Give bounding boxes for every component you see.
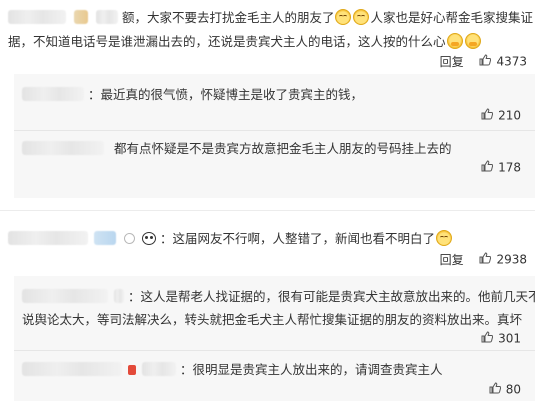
reply-2-1-line-2: 说舆论太大，等司法解决么，转头就把金毛犬主人帮忙搜集证据的朋友的资料放出来。真坏 (22, 309, 522, 328)
reply-1-1-actions: 210 (481, 108, 521, 123)
user-badge-redacted (93, 231, 116, 245)
like-count: 80 (505, 382, 521, 397)
thumb-up-icon (481, 160, 494, 172)
badge-icon (127, 365, 136, 375)
thumb-up-icon (489, 382, 501, 394)
laugh-cry-emoji-icon (353, 9, 370, 25)
comment-text-continued: 人家也是好心帮金毛家搜集证 (370, 10, 533, 25)
username-redacted[interactable] (8, 231, 88, 245)
like-button[interactable]: 178 (481, 160, 521, 175)
reply-2-2-actions: 80 (489, 382, 521, 397)
comment-1-line-1: 额，大家不要去打扰金毛主人的朋友了 人家也是好心帮金毛家搜集证 (8, 7, 533, 26)
comment-1-actions: 回复 4373 (440, 53, 527, 70)
comment-text: ：这届网友不行啊，人整错了，新闻也看不明白了 (159, 231, 435, 246)
like-count: 210 (498, 108, 521, 123)
comment-2-line-1: ：这届网友不行啊，人整错了，新闻也看不明白了 (8, 228, 453, 247)
comment-2-actions: 回复 2938 (440, 251, 527, 268)
like-button[interactable]: 4373 (479, 54, 527, 69)
reply-2-1-actions: 301 (481, 331, 521, 346)
user-badge-redacted (73, 10, 88, 24)
username-redacted[interactable] (22, 362, 122, 376)
reply-1-2: 都有点怀疑是不是贵宾方故意把金毛主人朋友的号码挂上去的 (22, 138, 452, 157)
hug-emoji-icon (464, 33, 481, 49)
user-badge-redacted (113, 289, 124, 303)
like-button[interactable]: 301 (481, 331, 521, 346)
reply-text: ：最近真的很气愤，怀疑博主是收了贵宾主的钱， (87, 87, 363, 102)
thumb-up-icon (479, 252, 492, 264)
like-count: 4373 (496, 54, 527, 69)
badge-icon (123, 233, 135, 244)
hug-emoji-icon (446, 33, 463, 49)
like-count: 178 (498, 160, 521, 175)
like-count: 301 (498, 331, 521, 346)
like-button[interactable]: 2938 (479, 252, 527, 267)
like-count: 2938 (496, 252, 527, 267)
username-redacted[interactable] (22, 87, 84, 101)
reply-text-line-2: 说舆论太大，等司法解决么，转头就把金毛犬主人帮忙搜集证据的朋友的资料放出来。真坏 (22, 312, 523, 327)
reply-1-2-actions: 178 (481, 160, 521, 175)
comment-2: ：这届网友不行啊，人整错了，新闻也看不明白了 回复 2938 (0, 211, 535, 271)
panda-icon (141, 232, 156, 245)
comment-1-line-2: 据，不知道电话号是谁泄漏出去的，还说是贵宾犬主人的电话，这人按的什么心 (8, 31, 482, 50)
comment-text-line-2: 据，不知道电话号是谁泄漏出去的，还说是贵宾犬主人的电话，这人按的什么心 (8, 34, 446, 49)
reply-text: ：这人是帮老人找证据的，很有可能是贵宾犬主故意放出来的。他前几天不还 (127, 289, 535, 304)
reply-panel-2: ：这人是帮老人找证据的，很有可能是贵宾犬主故意放出来的。他前几天不还 说舆论太大… (14, 276, 535, 401)
reply-text: 都有点怀疑是不是贵宾方故意把金毛主人朋友的号码挂上去的 (113, 141, 452, 156)
thumb-up-icon (481, 331, 494, 343)
laugh-cry-emoji-icon (435, 230, 452, 246)
reply-button[interactable]: 回复 (440, 55, 464, 69)
reply-2-1-line-1: ：这人是帮老人找证据的，很有可能是贵宾犬主故意放出来的。他前几天不还 (22, 286, 535, 305)
reply-1-1: ：最近真的很气愤，怀疑博主是收了贵宾主的钱， (22, 84, 363, 103)
comment-text: 额，大家不要去打扰金毛主人的朋友了 (121, 10, 335, 25)
user-badge-redacted (95, 10, 118, 24)
like-button[interactable]: 210 (481, 108, 521, 123)
comment-1: 额，大家不要去打扰金毛主人的朋友了 人家也是好心帮金毛家搜集证 据，不知道电话号是… (0, 0, 535, 70)
username-redacted[interactable] (22, 289, 108, 303)
divider (14, 350, 535, 351)
reply-2-2: ：很明显是贵宾主人放出来的，请调查贵宾主人 (22, 359, 442, 378)
username-redacted[interactable] (8, 10, 66, 24)
like-button[interactable]: 80 (489, 382, 521, 397)
username-redacted[interactable] (22, 141, 104, 155)
thumb-up-icon (479, 54, 492, 66)
thumb-up-icon (481, 108, 494, 120)
divider (14, 130, 535, 131)
user-badge-redacted (141, 362, 176, 376)
laugh-cry-emoji-icon (335, 9, 352, 25)
reply-button[interactable]: 回复 (440, 253, 464, 267)
reply-text: ：很明显是贵宾主人放出来的，请调查贵宾主人 (179, 362, 443, 377)
reply-panel-1: ：最近真的很气愤，怀疑博主是收了贵宾主的钱， 210 都有点怀疑是不是贵宾方故意… (14, 74, 535, 198)
